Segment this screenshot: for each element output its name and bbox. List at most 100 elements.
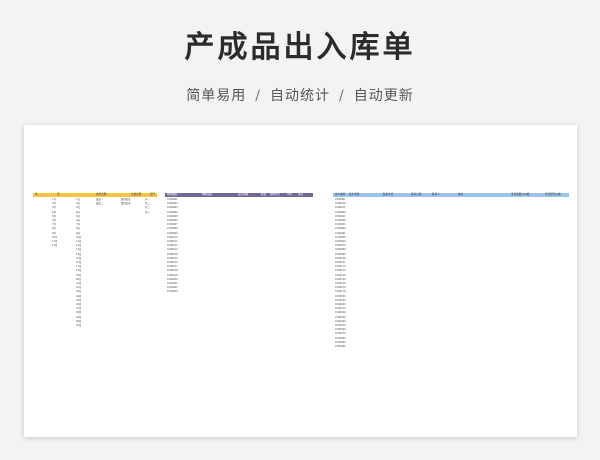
- table-cell: 7日: [76, 223, 80, 227]
- table-cell: 16日: [76, 261, 82, 264]
- header-cell: 年: [35, 193, 38, 196]
- header-cell: 物料品名: [202, 193, 213, 196]
- table-cell: 2月: [52, 202, 56, 206]
- header-cell: 专营部门价格: [545, 193, 561, 196]
- table-cell: 6日: [76, 219, 80, 222]
- table-cell: 0100015: [167, 256, 178, 260]
- table-cell: 0100300: [335, 345, 346, 348]
- spreadsheet-preview: 年 月 类型名称 分账名称 部门 物料编码 物料品名 品名规格 数量 物料批号 …: [24, 125, 577, 437]
- table-cell: 1月: [52, 198, 56, 201]
- table-cell: 0100080: [335, 248, 346, 252]
- table-cell: 0100021: [167, 282, 178, 285]
- table-cell: 0100004: [167, 210, 178, 214]
- table-cell: 0100150: [335, 282, 346, 285]
- header-cell: 物料编码: [167, 193, 178, 196]
- table-cell: 0100041: [335, 231, 346, 235]
- table-cell: 4月: [52, 210, 56, 214]
- header-cell: 数量: [261, 193, 267, 196]
- header-cell: 地址: [458, 193, 464, 196]
- purple-table-header: 物料编码 物料品名 品名规格 数量 物料批号 单价 备注: [165, 193, 313, 197]
- table-cell: 0100140: [335, 277, 346, 281]
- table-cell: 29日: [76, 315, 82, 319]
- table-cell: 包一: [145, 198, 150, 201]
- page-title: 产成品出入库单: [184, 30, 416, 65]
- table-cell: 9日: [76, 231, 80, 235]
- table-cell: 0100290: [335, 340, 346, 344]
- table-cell: 6月: [52, 219, 56, 222]
- header-cell: 联系人: [432, 193, 440, 196]
- table-cell: 0100011: [335, 206, 346, 210]
- table-cell: 3月: [52, 206, 56, 210]
- table-cell: 30日: [76, 319, 82, 323]
- table-cell: 0100014: [167, 252, 178, 256]
- table-cell: 0100220: [335, 311, 346, 315]
- table-cell: 0100016: [167, 261, 178, 264]
- table-cell: 0100170: [335, 290, 346, 294]
- table-cell: 0100007: [167, 223, 178, 227]
- table-cell: 0100180: [335, 294, 346, 298]
- table-cell: 0100160: [335, 286, 346, 290]
- table-cell: 10月: [52, 235, 58, 239]
- table-cell: 0100280: [335, 336, 346, 340]
- table-cell: 28日: [76, 311, 82, 315]
- table-cell: 11月: [52, 240, 58, 243]
- table-cell: 0100070: [335, 244, 346, 248]
- table-cell: 0100031: [335, 223, 346, 227]
- table-cell: 14日: [76, 252, 82, 256]
- table-cell: 0100009: [167, 231, 178, 235]
- table-cell: 0100005: [167, 214, 178, 218]
- table-cell: 24日: [76, 294, 82, 298]
- table-cell: 0100019: [167, 273, 178, 277]
- table-cell: 15日: [76, 256, 82, 260]
- table-cell: 26日: [76, 303, 82, 306]
- header-cell: 部门: [150, 193, 156, 196]
- table-cell: 12月: [52, 244, 58, 248]
- table-cell: 17日: [76, 265, 82, 269]
- table-cell: 8月: [52, 227, 56, 231]
- table-cell: 包三: [145, 206, 150, 210]
- table-cell: 0100260: [335, 328, 346, 332]
- table-cell: 25日: [76, 298, 82, 302]
- header-cell: 联系方式: [383, 193, 394, 196]
- table-cell: 0100120: [335, 269, 346, 273]
- header-cell: 单价: [287, 193, 293, 196]
- table-cell: 22日: [76, 286, 82, 290]
- table-cell: 9月: [52, 231, 56, 235]
- page-subtitle: 简单易用 / 自动统计 / 自动更新: [0, 85, 600, 105]
- subtitle-item-auto-update: 自动更新: [353, 88, 414, 104]
- table-cell: 0100006: [167, 219, 178, 222]
- table-cell: 成品一: [96, 198, 104, 201]
- table-cell: 0100001: [167, 198, 178, 201]
- table-cell: 0100230: [335, 315, 346, 319]
- table-cell: 4日: [76, 210, 80, 214]
- table-cell: 5月: [52, 214, 56, 218]
- table-cell: 19日: [76, 273, 82, 277]
- header-cell: 月: [57, 193, 60, 196]
- table-cell: 0100060: [335, 240, 346, 243]
- table-cell: 0100008: [167, 227, 178, 231]
- table-cell: 0100001: [335, 198, 346, 201]
- table-cell: 0100270: [335, 332, 346, 336]
- table-cell: 31日: [76, 324, 82, 327]
- subtitle-separator: /: [255, 88, 261, 104]
- table-cell: 0100021: [335, 214, 346, 218]
- header-cell: 客户编码: [335, 193, 346, 196]
- table-cell: 27日: [76, 307, 82, 311]
- table-cell: 包八: [145, 210, 150, 214]
- table-cell: 0100017: [167, 265, 178, 269]
- table-cell: 10日: [76, 235, 82, 239]
- table-cell: 21日: [76, 282, 82, 285]
- table-cell: 0100013: [167, 248, 178, 252]
- table-cell: 0100010: [167, 235, 178, 239]
- table-cell: 成品二: [96, 202, 104, 206]
- table-cell: 0100210: [335, 307, 346, 311]
- table-cell: 股份出库: [121, 202, 131, 206]
- subtitle-separator: /: [339, 88, 345, 104]
- table-cell: 0100003: [167, 206, 178, 210]
- subtitle-item-auto-stats: 自动统计: [270, 88, 330, 104]
- header-cell: 类型名称: [96, 193, 107, 196]
- table-cell: 11日: [76, 240, 82, 243]
- table-cell: 0100100: [335, 256, 346, 260]
- table-cell: 0100200: [335, 303, 346, 306]
- table-cell: 股份出库: [121, 198, 131, 201]
